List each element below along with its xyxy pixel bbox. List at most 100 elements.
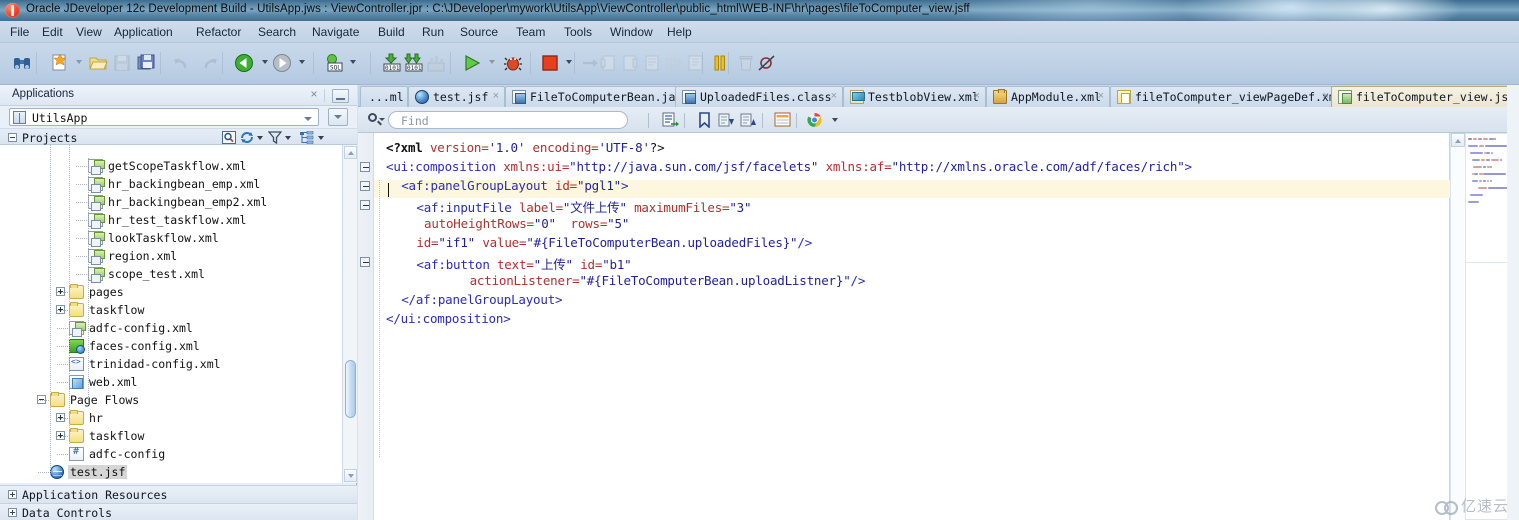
- go-to-line-icon[interactable]: [662, 112, 679, 128]
- refresh-icon[interactable]: [240, 131, 254, 144]
- fold-toggle-icon[interactable]: [360, 162, 370, 172]
- disable-breakpoints-icon[interactable]: [757, 53, 777, 73]
- editor-tab-filetocomputer-view-jsff[interactable]: fileToComputer_view.jsff×: [1331, 86, 1519, 107]
- close-icon[interactable]: ×: [1098, 90, 1104, 102]
- editor-tab-appmodule-xml[interactable]: AppModule.xml ×: [986, 86, 1110, 107]
- close-icon[interactable]: ×: [1323, 90, 1329, 102]
- menu-item-tools[interactable]: Tools: [562, 24, 594, 40]
- code-line-3[interactable]: <af:panelGroupLayout id="pgl1">: [401, 178, 628, 193]
- toolbar-dropdown-arrow-icon[interactable]: [350, 60, 356, 64]
- group-by-icon[interactable]: [300, 130, 314, 145]
- application-combobox[interactable]: UtilsApp: [9, 108, 319, 126]
- code-token: id=: [416, 235, 439, 250]
- browser-dropdown-arrow-icon[interactable]: [832, 118, 838, 122]
- application-menu-button[interactable]: [328, 108, 348, 126]
- new-file-icon[interactable]: [50, 53, 70, 73]
- previous-bookmark-icon[interactable]: [740, 112, 757, 128]
- toolbar-dropdown-arrow-icon[interactable]: [566, 60, 572, 64]
- group-by-dropdown-arrow-icon[interactable]: [318, 136, 324, 140]
- close-icon[interactable]: ×: [308, 88, 320, 101]
- close-icon[interactable]: ×: [974, 90, 980, 102]
- project-tree[interactable]: getScopeTaskflow.xml hr_backingbean_emp.x…: [0, 145, 342, 483]
- search-dropdown-icon[interactable]: [368, 113, 385, 127]
- toolbar-dropdown-arrow-icon[interactable]: [489, 60, 495, 64]
- editor-gutter[interactable]: [358, 133, 374, 520]
- code-line-2[interactable]: <ui:composition xmlns:ui="http://java.su…: [386, 159, 1192, 174]
- pause-icon[interactable]: [710, 53, 730, 73]
- projects-collapse-toggle[interactable]: [8, 133, 17, 142]
- menu-item-file[interactable]: File: [8, 24, 31, 40]
- menu-item-view[interactable]: View: [74, 24, 104, 40]
- chevron-down-icon[interactable]: [304, 117, 312, 121]
- forward-icon[interactable]: [272, 53, 292, 73]
- editor-tab-testblobview-xml[interactable]: TestblobView.xml ×: [843, 86, 986, 107]
- save-all-icon[interactable]: [136, 53, 156, 73]
- menu-item-run[interactable]: Run: [420, 24, 446, 40]
- fold-toggle-icon[interactable]: [360, 181, 370, 191]
- next-bookmark-icon[interactable]: [718, 112, 735, 128]
- sql-console-icon[interactable]: SQL: [325, 53, 345, 73]
- project-tree-scrollbar[interactable]: [342, 145, 357, 483]
- code-line-4[interactable]: <af:inputFile label="文件上传" maximumFiles=…: [416, 197, 751, 216]
- menu-item-team[interactable]: Team: [514, 24, 547, 40]
- minimap-scroll-up-button[interactable]: [1451, 133, 1465, 147]
- toolbar-dropdown-arrow-icon[interactable]: [262, 60, 268, 64]
- expand-icon[interactable]: [8, 508, 17, 517]
- code-line-1[interactable]: <?xml version='1.0' encoding='UTF-8'?>: [386, 140, 665, 155]
- rebuild-icon[interactable]: 0101: [404, 53, 424, 73]
- menu-item-help[interactable]: Help: [665, 24, 694, 40]
- refresh-dropdown-arrow-icon[interactable]: [257, 136, 263, 140]
- editor-tab-filetocomputer-viewpagedef-xml[interactable]: fileToComputer_viewPageDef.xml ×: [1110, 86, 1343, 107]
- toggle-bookmark-icon[interactable]: [696, 112, 713, 129]
- minimap-line: [1485, 145, 1507, 147]
- menu-item-build[interactable]: Build: [376, 24, 407, 40]
- code-line-10[interactable]: </ui:composition>: [386, 311, 511, 326]
- search-binoculars-icon[interactable]: [12, 53, 32, 73]
- code-line-9[interactable]: </af:panelGroupLayout>: [401, 292, 562, 307]
- accordion-application-resources[interactable]: Application Resources: [0, 485, 357, 503]
- search-input[interactable]: Find: [388, 111, 628, 129]
- compile-icon[interactable]: 0101: [382, 53, 402, 73]
- projects-bar: Projects: [0, 128, 357, 145]
- tree-guide-line: [50, 145, 51, 475]
- code-editor[interactable]: <?xml version='1.0' encoding='UTF-8'?> <u…: [358, 133, 1450, 520]
- scrollbar-thumb[interactable]: [345, 360, 356, 418]
- close-icon[interactable]: ×: [493, 90, 499, 102]
- open-folder-icon[interactable]: [88, 53, 108, 73]
- code-line-5[interactable]: autoHeightRows="0" rows="5": [424, 216, 629, 231]
- scroll-down-button[interactable]: [344, 469, 357, 482]
- menu-item-refactor[interactable]: Refactor: [194, 24, 243, 40]
- menu-item-application[interactable]: Application: [112, 24, 175, 40]
- block-indent-icon[interactable]: [774, 112, 791, 128]
- fold-toggle-icon[interactable]: [360, 257, 370, 267]
- expand-icon[interactable]: [8, 490, 17, 499]
- menu-item-search[interactable]: Search: [256, 24, 298, 40]
- menu-item-navigate[interactable]: Navigate: [310, 24, 361, 40]
- code-line-6[interactable]: id="if1" value="#{FileToComputerBean.upl…: [416, 235, 812, 250]
- preview-in-browser-icon[interactable]: [806, 112, 823, 128]
- code-line-7[interactable]: <af:button text="上传" id="b1": [416, 254, 631, 273]
- editor-tab--ml[interactable]: ...ml: [360, 86, 408, 107]
- back-icon[interactable]: [234, 53, 254, 73]
- menu-item-window[interactable]: Window: [608, 24, 655, 40]
- filter-icon[interactable]: [267, 131, 283, 145]
- toolbar-dropdown-arrow-icon[interactable]: [299, 60, 305, 64]
- toolbar-separator: [762, 113, 763, 128]
- editor-tab-uploadedfiles-class[interactable]: UploadedFiles.class ×: [675, 86, 843, 107]
- menu-item-source[interactable]: Source: [458, 24, 500, 40]
- minimap-line: [1478, 145, 1485, 147]
- accordion-data-controls[interactable]: Data Controls: [0, 503, 357, 520]
- code-line-8[interactable]: actionListener="#{FileToComputerBean.upl…: [470, 273, 866, 288]
- minimize-panel-button[interactable]: [332, 89, 349, 103]
- scroll-up-button[interactable]: [344, 146, 357, 159]
- fold-toggle-icon[interactable]: [360, 200, 370, 210]
- find-in-tree-icon[interactable]: [222, 131, 236, 144]
- editor-tab-test-jsf[interactable]: test.jsf ×: [408, 86, 505, 107]
- debug-icon[interactable]: [503, 53, 523, 73]
- filter-dropdown-arrow-icon[interactable]: [285, 136, 291, 140]
- menu-item-edit[interactable]: Edit: [40, 24, 65, 40]
- close-icon[interactable]: ×: [831, 90, 837, 102]
- stop-icon[interactable]: [540, 53, 560, 73]
- toolbar-dropdown-arrow-icon[interactable]: [76, 60, 82, 64]
- run-icon[interactable]: [462, 53, 482, 73]
